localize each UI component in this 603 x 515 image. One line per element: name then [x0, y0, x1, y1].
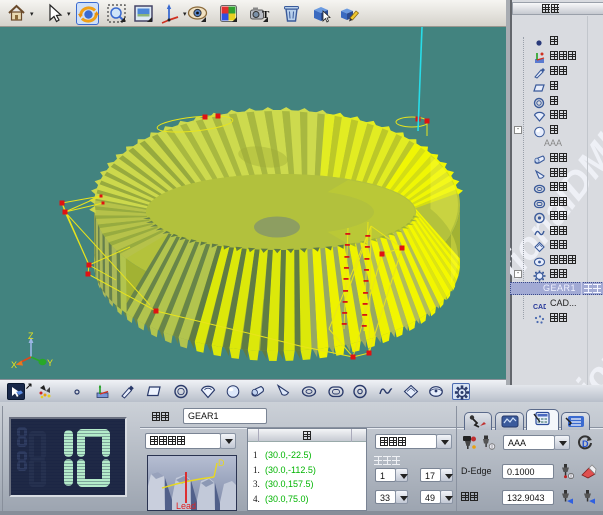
svg-text:Y: Y — [47, 358, 53, 368]
svg-text:CAD: CAD — [533, 304, 546, 311]
svg-text:Lead: Lead — [176, 501, 196, 510]
svg-text:D: D — [218, 458, 225, 468]
svg-text:D: D — [582, 439, 589, 449]
svg-text:X: X — [11, 360, 17, 370]
svg-text:Z: Z — [28, 331, 34, 341]
